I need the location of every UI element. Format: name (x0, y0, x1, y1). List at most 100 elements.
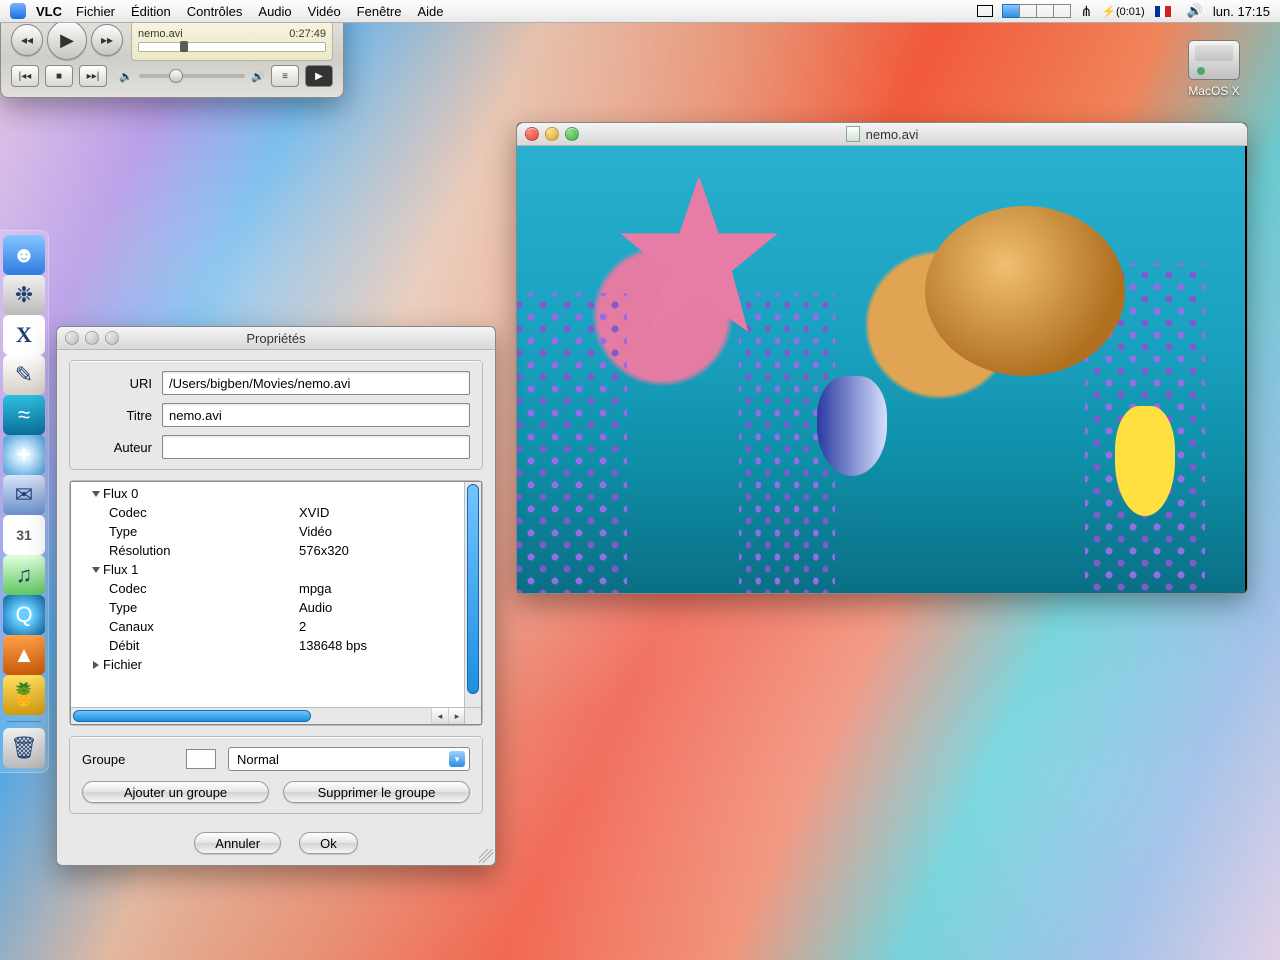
dock-itunes-icon[interactable]: ♫ (3, 555, 45, 595)
vertical-scrollbar[interactable] (464, 482, 481, 708)
chevron-down-icon: ▾ (449, 751, 465, 767)
tray-clock[interactable]: lun. 17:15 (1213, 4, 1270, 19)
tray-input-flag-icon[interactable] (1155, 6, 1171, 17)
properties-window: Propriétés URI Titre Auteur (56, 326, 496, 866)
minimize-button[interactable] (545, 127, 559, 141)
rewind-button[interactable]: ◂◂ (11, 24, 43, 56)
stream-row[interactable]: Canaux 2 (77, 617, 459, 636)
play-button[interactable]: ▶ (47, 20, 87, 60)
seek-bar[interactable] (138, 42, 326, 52)
properties-group-controls: Groupe Normal ▾ Ajouter un groupe Suppri… (69, 736, 483, 814)
video-window-traffic-lights (525, 127, 579, 141)
dock-mail-icon[interactable]: ✉ (3, 475, 45, 515)
dock-handbrake-icon[interactable]: 🍍 (3, 675, 45, 715)
stream-row[interactable]: Débit 138648 bps (77, 636, 459, 655)
dock-ical-icon[interactable]: 31 (3, 515, 45, 555)
stream-row[interactable]: Codec mpga (77, 579, 459, 598)
scroll-corner (464, 707, 481, 724)
properties-info-group: URI Titre Auteur (69, 360, 483, 470)
disclosure-triangle-icon[interactable] (93, 661, 99, 669)
dock-dashboard-icon[interactable]: ≈ (3, 395, 45, 435)
desktop-drive[interactable]: MacOS X (1178, 40, 1250, 98)
label-auteur: Auteur (82, 440, 152, 455)
close-button[interactable] (525, 127, 539, 141)
desktop-drive-label: MacOS X (1178, 84, 1250, 98)
dock-x11-icon[interactable]: X (3, 315, 45, 355)
dock-finder-icon[interactable]: ☻ (3, 235, 45, 275)
menu-fichier[interactable]: Fichier (76, 4, 115, 19)
stream-fichier[interactable]: Fichier (77, 655, 459, 674)
disclosure-triangle-icon[interactable] (92, 491, 100, 497)
stop-button[interactable]: ■ (45, 65, 73, 87)
cancel-button[interactable]: Annuler (194, 832, 281, 854)
zoom-button[interactable] (105, 331, 119, 345)
menu-edition[interactable]: Édition (131, 4, 171, 19)
fast-forward-button[interactable]: ▸▸ (91, 24, 123, 56)
minimize-button[interactable] (85, 331, 99, 345)
tray-battery-icon[interactable]: ⚡(0:01) (1102, 5, 1144, 18)
stream-row[interactable]: Codec XVID (77, 503, 459, 522)
seek-thumb-icon[interactable] (180, 41, 188, 52)
properties-window-title: Propriétés (119, 331, 433, 346)
menu-fenetre[interactable]: Fenêtre (357, 4, 402, 19)
add-group-button[interactable]: Ajouter un groupe (82, 781, 269, 803)
scroll-right-icon[interactable]: ▸ (448, 708, 465, 724)
menubar: VLC Fichier Édition Contrôles Audio Vidé… (0, 0, 1280, 23)
menu-aide[interactable]: Aide (417, 4, 443, 19)
dock-vlc-icon[interactable]: ▲ (3, 635, 45, 675)
horizontal-scrollbar[interactable]: ◂▸ (71, 707, 465, 724)
properties-titlebar[interactable]: Propriétés (57, 327, 495, 350)
next-track-button[interactable]: ▸▸| (79, 65, 107, 87)
author-field[interactable] (162, 435, 470, 459)
uri-field[interactable] (162, 371, 470, 395)
properties-traffic-lights (65, 331, 119, 345)
dock: ☻ ❉ X ✎ ≈ ✦ ✉ 31 ♫ Q ▲ 🍍 🗑 (0, 230, 49, 773)
prev-track-button[interactable]: |◂◂ (11, 65, 39, 87)
dock-quicktime-icon[interactable]: Q (3, 595, 45, 635)
title-field[interactable] (162, 403, 470, 427)
video-content[interactable] (517, 146, 1245, 593)
menu-controles[interactable]: Contrôles (187, 4, 243, 19)
apple-menu-icon[interactable] (10, 3, 26, 19)
disclosure-triangle-icon[interactable] (92, 567, 100, 573)
tray-wifi-icon[interactable]: ⋔ (1081, 3, 1093, 20)
delete-group-button[interactable]: Supprimer le groupe (283, 781, 470, 803)
tray-display-icon[interactable] (977, 5, 993, 17)
streams-table: Flux 0 Codec XVID Type Vidéo Résolution … (70, 481, 482, 725)
stream-flux1[interactable]: Flux 1 (77, 560, 459, 579)
dock-safari-icon[interactable]: ✦ (3, 435, 45, 475)
playback-time: 0:27:49 (289, 28, 326, 40)
dock-textedit-icon[interactable]: ✎ (3, 355, 45, 395)
video-window-titlebar[interactable]: nemo.avi (517, 123, 1247, 146)
volume-thumb-icon[interactable] (169, 69, 183, 83)
stream-row[interactable]: Type Vidéo (77, 522, 459, 541)
group-select[interactable]: Normal ▾ (228, 747, 470, 771)
playlist-button[interactable]: ≡ (271, 65, 299, 87)
dock-trash-icon[interactable]: 🗑 (3, 728, 45, 768)
dock-system-prefs-icon[interactable]: ❉ (3, 275, 45, 315)
properties-streams-group: Flux 0 Codec XVID Type Vidéo Résolution … (69, 480, 483, 726)
menubar-tray: ⋔ ⚡(0:01) 🔊 lun. 17:15 (977, 3, 1270, 20)
menu-video[interactable]: Vidéo (308, 4, 341, 19)
stream-row[interactable]: Type Audio (77, 598, 459, 617)
zoom-button[interactable] (565, 127, 579, 141)
stream-flux0[interactable]: Flux 0 (77, 484, 459, 503)
menubar-app-name[interactable]: VLC (36, 4, 62, 19)
scroll-left-icon[interactable]: ◂ (431, 708, 448, 724)
tray-volume-icon[interactable]: 🔊 (1187, 3, 1203, 19)
fullscreen-button[interactable]: ▶ (305, 65, 333, 87)
group-color-swatch[interactable] (186, 749, 216, 769)
resize-grip-icon[interactable] (479, 849, 493, 863)
volume-slider[interactable] (139, 74, 246, 78)
video-window-title: nemo.avi (866, 127, 919, 142)
dock-separator (7, 721, 41, 722)
label-titre: Titre (82, 408, 152, 423)
volume-low-icon: 🔈 (119, 70, 133, 83)
close-button[interactable] (65, 331, 79, 345)
label-uri: URI (82, 376, 152, 391)
controller-lcd: nemo.avi 0:27:49 (131, 19, 333, 61)
tray-spaces-icon[interactable] (1003, 4, 1071, 18)
ok-button[interactable]: Ok (299, 832, 358, 854)
menu-audio[interactable]: Audio (258, 4, 291, 19)
stream-row[interactable]: Résolution 576x320 (77, 541, 459, 560)
